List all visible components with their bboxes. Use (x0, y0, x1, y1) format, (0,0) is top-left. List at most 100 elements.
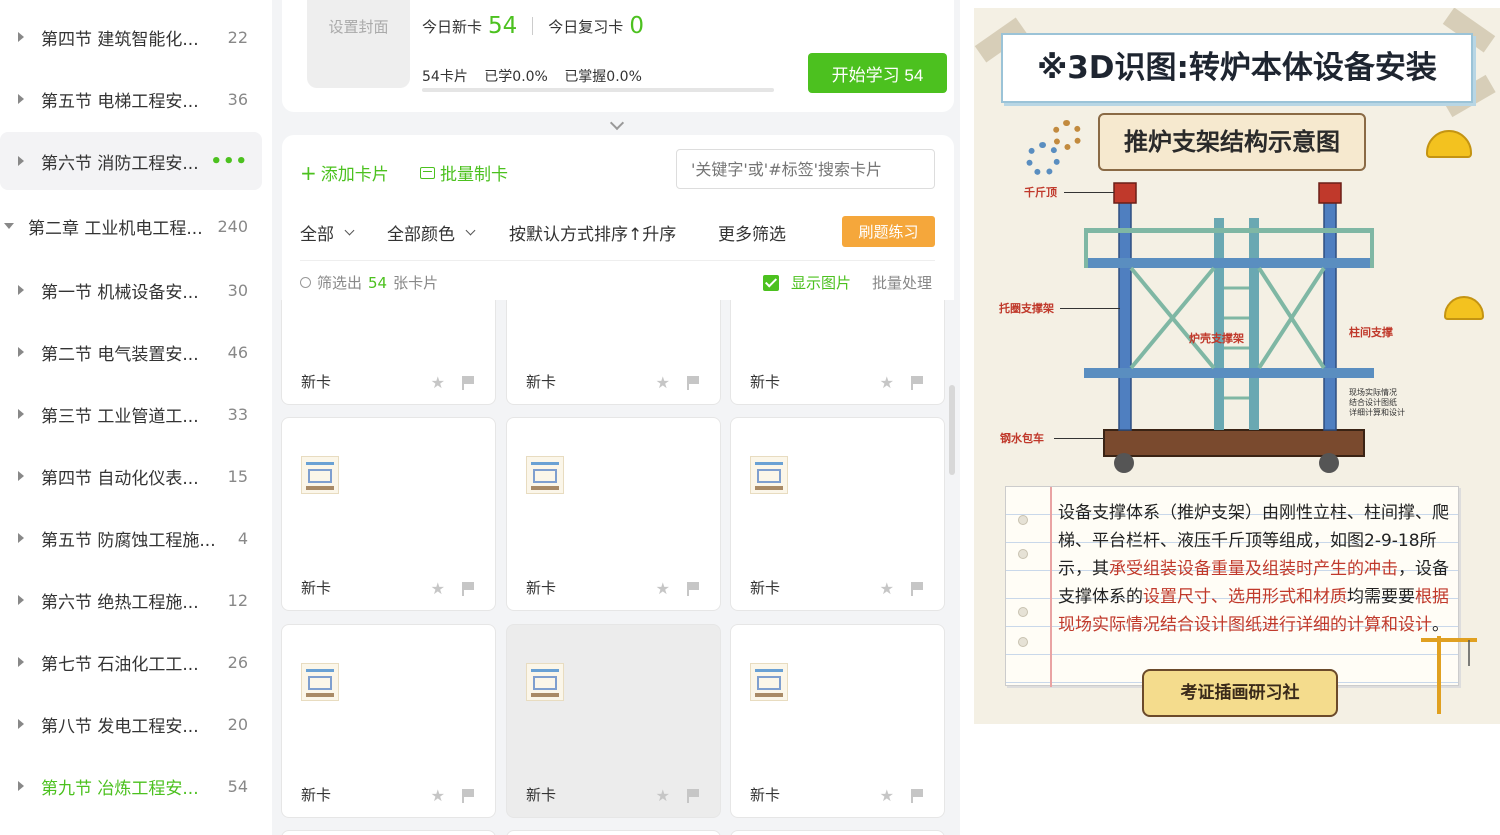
set-cover-button[interactable]: 设置封面 (307, 0, 410, 88)
chevron-right-icon[interactable] (18, 32, 24, 42)
card-tile[interactable]: 新卡 ★ (281, 417, 496, 611)
star-icon[interactable]: ★ (431, 579, 445, 598)
chevron-right-icon[interactable] (18, 156, 24, 166)
chevron-down-icon[interactable] (4, 223, 14, 229)
star-icon[interactable]: ★ (880, 786, 894, 805)
card-tile[interactable]: 新卡 ★ (730, 624, 945, 818)
chevron-right-icon[interactable] (18, 347, 24, 357)
card-status: 新卡 (526, 579, 557, 597)
sidebar-item-petrochemical[interactable]: 第七节 石油化工工... 26 (0, 633, 262, 691)
more-filter-button[interactable]: 更多筛选 (718, 220, 786, 245)
collapse-chevron-icon[interactable] (609, 115, 625, 131)
star-icon[interactable]: ★ (656, 786, 670, 805)
sidebar-item-label: 第二节 电气装置安... (41, 344, 199, 365)
card-tile[interactable]: 新卡 ★ (730, 417, 945, 611)
binder-hole (1018, 607, 1028, 617)
sidebar-item-building-intelligence[interactable]: 第四节 建筑智能化... 22 (0, 8, 262, 66)
publisher-banner: 考证插画研习社 (1142, 669, 1338, 717)
sidebar-item-fire-protection[interactable]: 第六节 消防工程安... ••• (0, 132, 262, 190)
show-images-toggle[interactable]: 显示图片 (763, 272, 851, 293)
preview-image: ※3D识图:转炉本体设备安装 推炉支架结构示意图 千斤顶 托圈支撑架 炉壳支撑架… (974, 8, 1500, 724)
star-icon[interactable]: ★ (656, 373, 670, 392)
chevron-right-icon[interactable] (18, 595, 24, 605)
start-study-button[interactable]: 开始学习 54 (808, 53, 947, 93)
chevron-right-icon[interactable] (18, 94, 24, 104)
sidebar-item-anticorrosion[interactable]: 第五节 防腐蚀工程施... 4 (0, 509, 262, 567)
batch-make-button[interactable]: 批量制卡 (420, 160, 508, 185)
chapter-sidebar: 第四节 建筑智能化... 22 第五节 电梯工程安... 36 第六节 消防工程… (0, 0, 272, 835)
chevron-right-icon[interactable] (18, 657, 24, 667)
flag-icon[interactable] (911, 582, 923, 596)
leader-line (1054, 438, 1104, 439)
flag-icon[interactable] (911, 789, 923, 803)
star-icon[interactable]: ★ (431, 373, 445, 392)
card-tile[interactable] (281, 830, 496, 835)
sidebar-item-count: 30 (227, 280, 248, 300)
sidebar-item-elevator[interactable]: 第五节 电梯工程安... 36 (0, 70, 262, 128)
chevron-right-icon[interactable] (18, 471, 24, 481)
star-icon[interactable]: ★ (431, 786, 445, 805)
add-card-button[interactable]: + 添加卡片 (300, 160, 389, 186)
chevron-right-icon[interactable] (18, 409, 24, 419)
sidebar-item-count: 22 (227, 27, 248, 47)
sidebar-item-insulation[interactable]: 第六节 绝热工程施... 12 (0, 571, 262, 629)
card-tile[interactable]: 新卡 ★ (506, 300, 721, 405)
label-jack: 千斤顶 (1024, 186, 1057, 199)
sidebar-item-label: 第七节 石油化工工... (41, 654, 199, 675)
flag-icon[interactable] (462, 376, 474, 390)
filter-all-label: 全部 (300, 225, 334, 245)
sidebar-item-label: 第二章 工业机电工程... (28, 218, 203, 239)
star-icon[interactable]: ★ (656, 579, 670, 598)
today-stats: 今日新卡 54 今日复习卡 0 (422, 13, 644, 39)
card-list-scrollbar[interactable] (949, 385, 955, 475)
sidebar-item-label: 第六节 绝热工程施... (41, 592, 199, 613)
star-icon[interactable]: ★ (880, 373, 894, 392)
chevron-right-icon[interactable] (18, 719, 24, 729)
flag-icon[interactable] (687, 582, 699, 596)
flag-icon[interactable] (687, 376, 699, 390)
stat-divider (532, 17, 534, 35)
card-status: 新卡 (301, 786, 332, 804)
plus-icon: + (300, 160, 317, 185)
more-options-icon[interactable]: ••• (210, 151, 248, 172)
card-tile[interactable]: 新卡 ★ (281, 300, 496, 405)
label-ring-support: 托圈支撑架 (999, 302, 1054, 315)
flag-icon[interactable] (462, 582, 474, 596)
chevron-right-icon[interactable] (18, 781, 24, 791)
leader-line (1064, 192, 1114, 193)
card-tile-selected[interactable]: 新卡 ★ (506, 624, 721, 818)
card-search-input[interactable] (676, 149, 935, 189)
flag-icon[interactable] (911, 376, 923, 390)
cards-total: 54卡片 (422, 69, 468, 85)
filter-color-dropdown[interactable]: 全部颜色 (387, 220, 476, 245)
chevron-right-icon[interactable] (18, 285, 24, 295)
label-column-brace: 柱间支撑 (1349, 326, 1393, 339)
bulk-process-button[interactable]: 批量处理 (872, 272, 932, 293)
sidebar-item-chapter-industrial[interactable]: 第二章 工业机电工程... 240 (0, 197, 262, 255)
sidebar-item-smelting[interactable]: 第九节 冶炼工程安... 54 (0, 757, 262, 815)
sidebar-item-automation[interactable]: 第四节 自动化仪表... 15 (0, 447, 262, 505)
sidebar-item-power-plant[interactable]: 第八节 发电工程安... 20 (0, 695, 262, 753)
flag-icon[interactable] (687, 789, 699, 803)
sidebar-item-electrical[interactable]: 第二节 电气装置安... 46 (0, 323, 262, 381)
checkbox-checked-icon[interactable] (763, 274, 779, 291)
sidebar-item-machinery[interactable]: 第一节 机械设备安... 30 (0, 261, 262, 319)
star-icon[interactable]: ★ (880, 579, 894, 598)
card-tile[interactable] (506, 830, 721, 835)
sort-dropdown[interactable]: 按默认方式排序↑升序 (509, 220, 676, 245)
card-tile[interactable]: 新卡 ★ (281, 624, 496, 818)
card-tile[interactable]: 新卡 ★ (506, 417, 721, 611)
filter-all-dropdown[interactable]: 全部 (300, 220, 355, 245)
practice-button[interactable]: 刷题练习 (842, 216, 935, 247)
card-tile[interactable]: 新卡 ★ (730, 300, 945, 405)
toolbar-divider (300, 260, 935, 261)
card-status: 新卡 (750, 579, 781, 597)
chevron-right-icon[interactable] (18, 533, 24, 543)
card-thumbnail (750, 456, 788, 494)
today-review-label: 今日复习卡 (548, 17, 624, 36)
card-tile[interactable] (730, 830, 945, 835)
result-suffix: 张卡片 (393, 274, 439, 292)
flag-icon[interactable] (462, 789, 474, 803)
sidebar-item-count: 15 (227, 466, 248, 486)
sidebar-item-piping[interactable]: 第三节 工业管道工... 33 (0, 385, 262, 443)
